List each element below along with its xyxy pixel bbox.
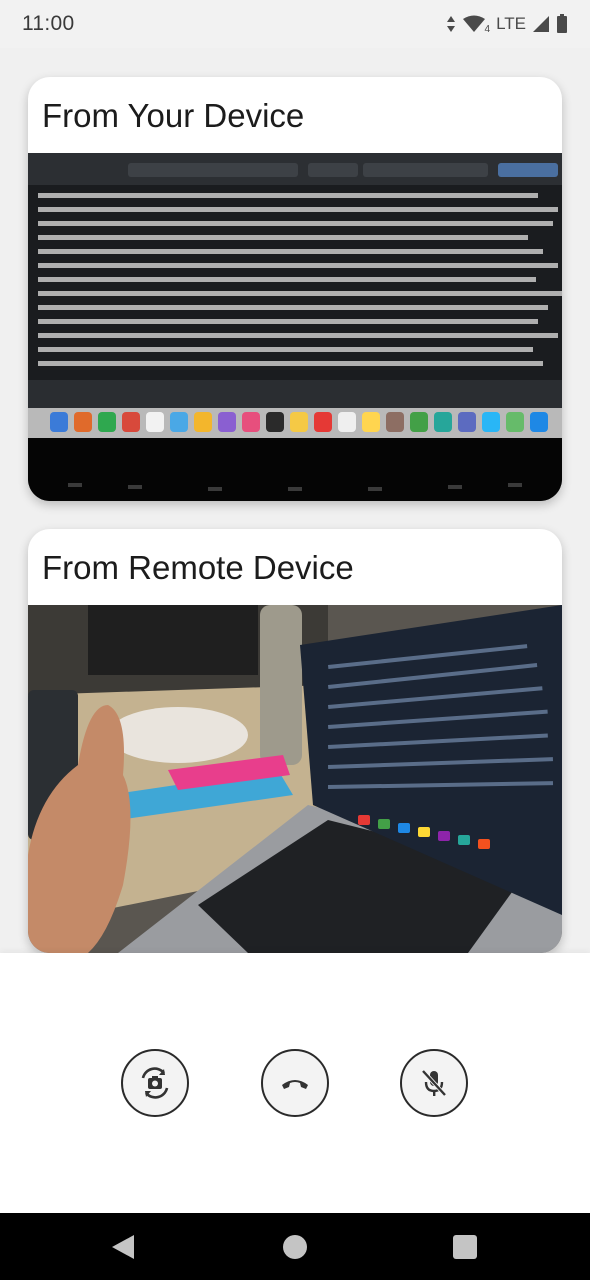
back-triangle-icon[interactable] [110,1233,136,1261]
status-bar: 11:00 4 LTE [0,0,590,48]
mute-mic-button[interactable] [400,1049,468,1117]
local-video-title: From Your Device [42,97,305,134]
switch-camera-button[interactable] [121,1049,189,1117]
recents-square-icon[interactable] [453,1235,477,1259]
camera-switch-icon [141,1067,169,1099]
status-time: 11:00 [22,12,75,35]
end-call-button[interactable] [261,1049,329,1117]
network-type-label: LTE [496,14,526,33]
remote-video-image [28,605,562,953]
remote-video-feed [28,605,562,953]
wifi-badge: 4 [484,24,491,35]
home-circle-icon[interactable] [283,1235,307,1259]
battery-icon [557,14,567,33]
call-controls-panel [0,953,590,1213]
status-icons: 4 LTE [446,14,568,35]
local-video-card: From Your Device [28,77,562,501]
local-video-feed [28,153,562,501]
phone-hangup-icon [282,1080,308,1089]
wifi-icon: 4 [462,15,490,35]
data-arrows-icon [447,16,456,32]
local-video-image [28,153,562,501]
remote-video-title: From Remote Device [42,549,354,586]
mic-off-icon [421,1069,447,1097]
system-nav-bar [0,1213,590,1280]
remote-video-card: From Remote Device [28,529,562,953]
signal-icon [533,16,549,32]
